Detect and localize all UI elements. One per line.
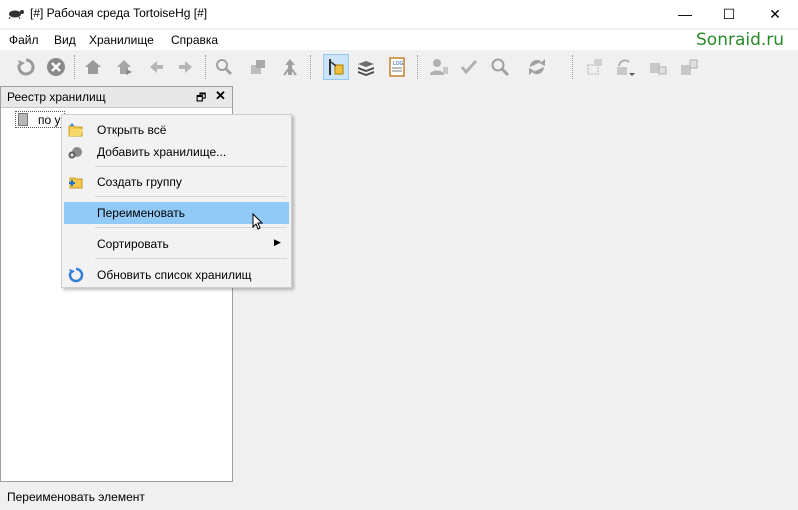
user-icon <box>430 59 448 75</box>
mouse-cursor-icon <box>252 213 263 230</box>
context-menu: Открыть всё Добавить хранилище... Создат… <box>61 114 292 288</box>
minimize-button[interactable]: — <box>662 0 708 28</box>
stop-button[interactable] <box>43 54 69 80</box>
panel-header: Реестр хранилищ 🗗 ✕ <box>1 87 232 108</box>
repo-dropdown-icon <box>617 59 635 76</box>
menu-refresh-repos[interactable]: Обновить список хранилищ <box>64 264 289 286</box>
menu-label: Переименовать <box>97 206 185 220</box>
toolbar-separator <box>205 55 207 79</box>
watermark: Sonraid.ru <box>696 30 785 50</box>
refresh-icon <box>17 58 35 76</box>
merge-icon <box>283 59 297 76</box>
check-button[interactable] <box>456 54 482 80</box>
repo-up-icon <box>681 59 698 75</box>
group-icon <box>18 113 28 126</box>
repo-button[interactable] <box>582 54 608 80</box>
home-icon <box>85 60 101 74</box>
toolbar-separator <box>74 55 76 79</box>
menu-add-repository[interactable]: Добавить хранилище... <box>64 141 289 163</box>
user-button[interactable] <box>426 54 452 80</box>
home-button[interactable] <box>80 54 106 80</box>
status-text: Переименовать элемент <box>7 490 145 504</box>
stack-icon <box>358 61 374 76</box>
branch-icon <box>329 59 344 75</box>
menu-sort[interactable]: Сортировать ▶ <box>64 233 289 255</box>
toolbar: LOG <box>0 51 798 85</box>
repo-down-button[interactable] <box>645 54 671 80</box>
maximize-icon: ☐ <box>722 5 736 22</box>
back-button[interactable] <box>143 54 169 80</box>
menu-label: Добавить хранилище... <box>97 145 227 159</box>
menu-file[interactable]: Файл <box>9 33 39 47</box>
folder-open-icon <box>68 123 83 137</box>
svg-text:LOG: LOG <box>393 61 404 67</box>
zoom-button[interactable] <box>487 54 513 80</box>
repo-dropdown-button[interactable] <box>613 54 639 80</box>
goto-icon <box>117 60 132 75</box>
tree-group-item[interactable]: по у <box>15 111 65 128</box>
menu-separator <box>95 166 287 167</box>
close-icon: ✕ <box>769 5 781 22</box>
add-repo-icon <box>68 147 82 159</box>
toolbar-separator <box>310 55 312 79</box>
new-group-icon <box>69 177 83 189</box>
menu-label: Создать группу <box>97 175 182 189</box>
sync-button[interactable] <box>524 54 550 80</box>
sync-icon <box>529 59 545 75</box>
menu-create-group[interactable]: Создать группу <box>64 171 289 193</box>
search-icon <box>216 59 233 76</box>
menu-bar: Файл Вид Хранилище Справка <box>0 30 798 50</box>
menu-help[interactable]: Справка <box>171 33 218 47</box>
menu-separator <box>95 196 287 197</box>
submenu-arrow-icon: ▶ <box>274 237 281 247</box>
float-icon[interactable]: 🗗 <box>196 89 206 108</box>
stack-button[interactable] <box>353 54 379 80</box>
menu-label: Открыть всё <box>97 123 167 137</box>
panel-close-icon[interactable]: ✕ <box>215 88 226 104</box>
branch-button[interactable] <box>323 54 349 80</box>
close-button[interactable]: ✕ <box>752 0 798 28</box>
forward-icon <box>179 61 192 73</box>
tortoise-icon <box>8 10 24 19</box>
repo-down-icon <box>650 63 667 75</box>
goto-button[interactable] <box>111 54 137 80</box>
repo-up-button[interactable] <box>676 54 702 80</box>
menu-open-all[interactable]: Открыть всё <box>64 119 289 141</box>
menu-label: Обновить список хранилищ <box>97 268 252 282</box>
maximize-button[interactable]: ☐ <box>706 0 752 28</box>
stop-icon <box>47 58 65 76</box>
pull-icon <box>251 60 265 74</box>
menu-separator <box>95 258 287 259</box>
pull-button[interactable] <box>245 54 271 80</box>
toolbar-separator <box>417 55 419 79</box>
forward-button[interactable] <box>173 54 199 80</box>
log-button[interactable]: LOG <box>384 54 410 80</box>
menu-view[interactable]: Вид <box>54 33 76 47</box>
menu-repository[interactable]: Хранилище <box>89 33 154 47</box>
refresh-icon <box>68 267 84 283</box>
title-bar: [#] Рабочая среда TortoiseHg [#] — ☐ ✕ <box>0 0 798 28</box>
minimize-icon: — <box>678 6 692 22</box>
log-icon: LOG <box>389 57 405 77</box>
check-icon <box>460 59 478 75</box>
status-bar: Переименовать элемент <box>0 484 798 510</box>
refresh-button[interactable] <box>13 54 39 80</box>
tree-item-label: по у <box>38 113 61 127</box>
panel-title: Реестр хранилищ <box>7 90 106 104</box>
merge-button[interactable] <box>277 54 303 80</box>
window-title: [#] Рабочая среда TortoiseHg [#] <box>30 6 208 20</box>
zoom-icon <box>491 58 510 77</box>
toolbar-separator <box>572 55 574 79</box>
search-button[interactable] <box>211 54 237 80</box>
repo-icon <box>587 59 602 75</box>
menu-label: Сортировать <box>97 237 169 251</box>
back-icon <box>150 61 163 73</box>
